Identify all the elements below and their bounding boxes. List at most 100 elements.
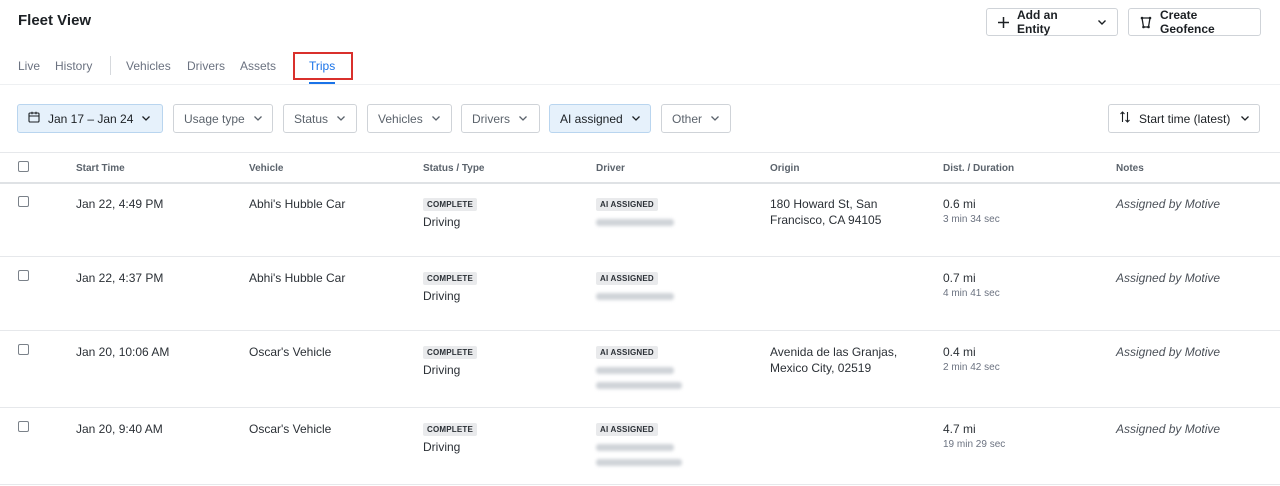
- chevron-down-icon: [518, 112, 528, 126]
- status-badge: COMPLETE: [423, 423, 478, 436]
- notes: Assigned by Motive: [1116, 345, 1221, 359]
- redacted-driver-detail: [596, 459, 682, 466]
- create-geofence-button[interactable]: Create Geofence: [1128, 8, 1261, 36]
- ai-assigned-filter[interactable]: AI assigned: [549, 104, 651, 133]
- column-header-vehicle[interactable]: Vehicle: [249, 163, 283, 174]
- tab-divider: [110, 56, 111, 75]
- ai-assigned-label: AI assigned: [560, 111, 623, 126]
- redacted-driver-detail: [596, 382, 682, 389]
- origin-line-2: Francisco, CA 94105: [770, 213, 882, 227]
- row-checkbox[interactable]: [18, 421, 29, 432]
- distance: 4.7 mi: [943, 422, 976, 436]
- other-filter[interactable]: Other: [661, 104, 731, 133]
- tab-drivers[interactable]: Drivers: [187, 59, 225, 73]
- other-label: Other: [672, 111, 703, 126]
- status-filter[interactable]: Status: [283, 104, 357, 133]
- table-row[interactable]: Jan 20, 10:06 AM Oscar's Vehicle COMPLET…: [0, 332, 1280, 408]
- date-range-filter[interactable]: Jan 17 – Jan 24: [17, 104, 163, 133]
- start-time: Jan 20, 10:06 AM: [76, 345, 170, 359]
- table-row[interactable]: Jan 22, 4:49 PM Abhi's Hubble Car COMPLE…: [0, 184, 1280, 257]
- tab-live[interactable]: Live: [18, 59, 40, 73]
- trip-type: Driving: [423, 440, 461, 454]
- redacted-driver-name: [596, 444, 674, 451]
- status-badge: COMPLETE: [423, 198, 478, 211]
- start-time: Jan 22, 4:37 PM: [76, 271, 164, 285]
- tab-history[interactable]: History: [55, 59, 92, 73]
- tab-assets[interactable]: Assets: [240, 59, 276, 73]
- chevron-down-icon: [1097, 17, 1107, 27]
- column-header-start-time[interactable]: Start Time: [76, 163, 125, 174]
- ai-assigned-badge: AI ASSIGNED: [596, 346, 658, 359]
- status-badge: COMPLETE: [423, 272, 478, 285]
- notes: Assigned by Motive: [1116, 271, 1221, 285]
- vehicle-name[interactable]: Abhi's Hubble Car: [249, 197, 345, 211]
- duration: 2 min 42 sec: [943, 362, 1000, 373]
- column-header-notes[interactable]: Notes: [1116, 163, 1144, 174]
- drivers-filter[interactable]: Drivers: [461, 104, 540, 133]
- ai-assigned-badge: AI ASSIGNED: [596, 423, 658, 436]
- plus-icon: [997, 16, 1010, 29]
- start-time: Jan 20, 9:40 AM: [76, 422, 163, 436]
- distance: 0.6 mi: [943, 197, 976, 211]
- chevron-down-icon: [141, 112, 151, 126]
- start-time: Jan 22, 4:49 PM: [76, 197, 164, 211]
- geofence-icon: [1139, 16, 1153, 29]
- drivers-label: Drivers: [472, 111, 510, 126]
- distance: 0.4 mi: [943, 345, 976, 359]
- column-header-status-type[interactable]: Status / Type: [423, 163, 485, 174]
- vehicle-name[interactable]: Oscar's Vehicle: [249, 422, 331, 436]
- duration: 4 min 41 sec: [943, 288, 1000, 299]
- column-header-origin[interactable]: Origin: [770, 163, 799, 174]
- row-checkbox[interactable]: [18, 196, 29, 207]
- vehicles-filter[interactable]: Vehicles: [367, 104, 452, 133]
- date-range-label: Jan 17 – Jan 24: [48, 111, 134, 126]
- chevron-down-icon: [1240, 112, 1250, 126]
- redacted-driver-name: [596, 367, 674, 374]
- row-checkbox[interactable]: [18, 344, 29, 355]
- table-header: Start Time Vehicle Status / Type Driver …: [0, 152, 1280, 184]
- tab-vehicles[interactable]: Vehicles: [126, 59, 171, 73]
- duration: 19 min 29 sec: [943, 439, 1006, 450]
- ai-assigned-badge: AI ASSIGNED: [596, 272, 658, 285]
- chevron-down-icon: [253, 112, 263, 126]
- vehicles-label: Vehicles: [378, 111, 423, 126]
- sort-dropdown[interactable]: Start time (latest): [1108, 104, 1260, 133]
- page-title: Fleet View: [18, 12, 92, 29]
- create-geofence-label: Create Geofence: [1160, 8, 1215, 36]
- redacted-driver-name: [596, 219, 674, 226]
- add-entity-label: Add an Entity: [1017, 8, 1058, 36]
- select-all-checkbox[interactable]: [18, 161, 29, 172]
- sort-label: Start time (latest): [1139, 111, 1231, 126]
- trips-tab-highlight: [293, 52, 353, 80]
- row-checkbox[interactable]: [18, 270, 29, 281]
- origin-line-1: 180 Howard St, San: [770, 197, 878, 211]
- column-header-driver[interactable]: Driver: [596, 163, 625, 174]
- vehicle-name[interactable]: Abhi's Hubble Car: [249, 271, 345, 285]
- notes: Assigned by Motive: [1116, 422, 1221, 436]
- add-entity-button[interactable]: Add an Entity: [986, 8, 1118, 36]
- trip-type: Driving: [423, 289, 461, 303]
- chevron-down-icon: [710, 112, 720, 126]
- status-label: Status: [294, 111, 329, 126]
- calendar-icon: [28, 111, 40, 126]
- chevron-down-icon: [336, 112, 346, 126]
- column-header-distance-duration[interactable]: Dist. / Duration: [943, 163, 1014, 174]
- trip-type: Driving: [423, 363, 461, 377]
- active-tab-indicator: [309, 82, 335, 84]
- table-row[interactable]: Jan 20, 9:40 AM Oscar's Vehicle COMPLETE…: [0, 409, 1280, 485]
- usage-type-filter[interactable]: Usage type: [173, 104, 273, 133]
- chevron-down-icon: [431, 112, 441, 126]
- ai-assigned-badge: AI ASSIGNED: [596, 198, 658, 211]
- status-badge: COMPLETE: [423, 346, 478, 359]
- origin-line-1: Avenida de las Granjas,: [770, 345, 898, 359]
- chevron-down-icon: [631, 112, 641, 126]
- origin-line-2: Mexico City, 02519: [770, 361, 872, 375]
- notes: Assigned by Motive: [1116, 197, 1221, 211]
- vehicle-name[interactable]: Oscar's Vehicle: [249, 345, 331, 359]
- redacted-driver-name: [596, 293, 674, 300]
- sort-icon: [1119, 111, 1131, 126]
- tab-bar: Live History Vehicles Drivers Assets Tri…: [0, 52, 1280, 85]
- trip-type: Driving: [423, 215, 461, 229]
- table-row[interactable]: Jan 22, 4:37 PM Abhi's Hubble Car COMPLE…: [0, 258, 1280, 331]
- duration: 3 min 34 sec: [943, 214, 1000, 225]
